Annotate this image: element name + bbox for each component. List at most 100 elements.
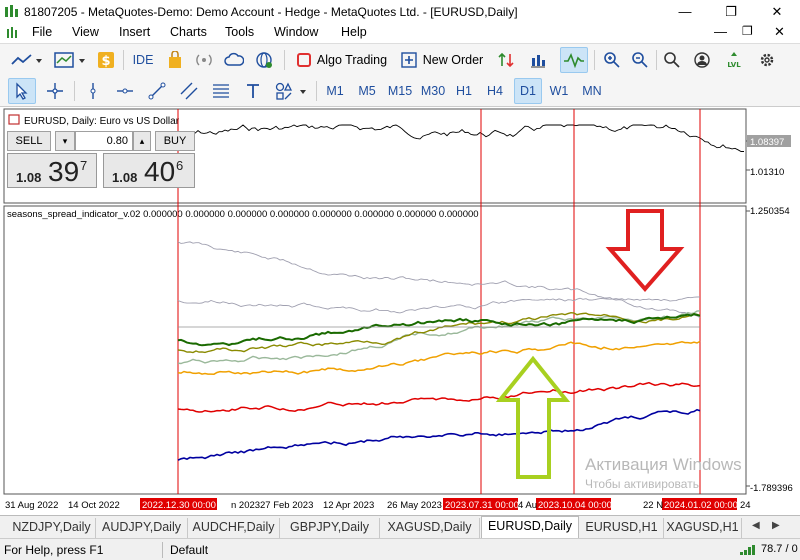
cursor-button[interactable] — [8, 78, 36, 104]
tab-xagusd-daily[interactable]: XAGUSD,Daily — [380, 518, 480, 538]
settings-button[interactable] — [752, 47, 782, 73]
search-button[interactable] — [660, 47, 684, 73]
stop-icon — [296, 53, 311, 67]
menu-restore-icon[interactable]: ❐ — [742, 24, 753, 38]
menu-window[interactable]: Window — [274, 25, 318, 39]
algo-trading-button[interactable]: Algo Trading — [293, 47, 391, 73]
x-axis-label-5: 26 May 2023 — [387, 500, 442, 511]
buy-sell-arrows-button[interactable] — [494, 47, 518, 73]
templates-button[interactable] — [50, 47, 90, 73]
new-order-icon — [401, 52, 417, 68]
series-olive — [177, 311, 701, 354]
ask-price-small: 1.08 — [112, 170, 138, 185]
vertical-line-button[interactable] — [80, 78, 106, 104]
volume-input[interactable]: 0.80 — [75, 131, 133, 151]
fibonacci-button[interactable] — [208, 78, 234, 104]
tab-eurusd-h1[interactable]: EURUSD,H1 — [580, 518, 664, 538]
indicator-series — [177, 241, 701, 461]
indicator-min-label: -1.789396 — [750, 483, 793, 494]
tab-eurusd-daily[interactable]: EURUSD,Daily — [481, 516, 579, 539]
timeframe-m15[interactable]: M15 — [385, 78, 415, 104]
vertical-line-label-3: 2024.01.02 00:00 — [664, 500, 738, 511]
menu-file[interactable]: File — [32, 25, 52, 39]
horizontal-line-button[interactable] — [112, 78, 138, 104]
current-price-label: 1.08397 — [750, 137, 784, 148]
vps-button[interactable] — [222, 47, 246, 73]
trade-history-button[interactable] — [526, 47, 550, 73]
menu-charts[interactable]: Charts — [170, 25, 207, 39]
indicator-pane-border — [3, 205, 747, 495]
fibonacci-icon — [213, 84, 229, 98]
timeframe-w1[interactable]: W1 — [546, 78, 572, 104]
signals-button[interactable] — [192, 47, 216, 73]
tab-nzdjpy-daily[interactable]: NZDJPY,Daily — [8, 518, 96, 538]
menu-close-icon[interactable]: ✕ — [774, 24, 785, 40]
text-button[interactable] — [240, 78, 266, 104]
zoom-in-button[interactable] — [600, 47, 624, 73]
chart-menu-icon[interactable] — [6, 26, 18, 40]
timeframe-m30[interactable]: M30 — [418, 78, 448, 104]
zoom-out-button[interactable] — [628, 47, 652, 73]
x-axis-label-3: 27 Feb 2023 — [260, 500, 313, 511]
activation-line2: Чтобы активировать — [585, 477, 699, 491]
timeframe-mn[interactable]: MN — [578, 78, 606, 104]
ask-price-box[interactable]: 1.08 40 6 — [103, 153, 195, 188]
arrow-up-icon — [495, 355, 571, 479]
bid-price-big: 39 — [48, 156, 80, 187]
drawing-toolbar: M1 M5 M15 M30 H1 H4 D1 W1 MN — [0, 75, 800, 107]
chart-type-button[interactable] — [6, 47, 46, 73]
timeframe-h4[interactable]: H4 — [482, 78, 508, 104]
tab-scroll-right-icon[interactable]: ▶ — [772, 520, 780, 531]
community-button[interactable] — [252, 47, 276, 73]
vertical-lines: 2022.12.30 00:00 2023.07.31 00:00 2023.10.… — [140, 109, 738, 511]
volume-down-icon[interactable]: ▾ — [55, 131, 75, 151]
tab-gbpjpy-daily[interactable]: GBPJPY,Daily — [280, 518, 380, 538]
windows-activation-watermark: Активация Windows Чтобы активировать — [585, 455, 742, 491]
x-axis-label-6: 4 Au — [518, 500, 537, 511]
x-axis-label-7: 22 N — [643, 500, 663, 511]
tab-scroll-left-icon[interactable]: ◀ — [752, 520, 760, 531]
new-order-button[interactable]: New Order — [397, 47, 487, 73]
search-icon — [664, 52, 680, 68]
level-button[interactable]: LVL — [722, 47, 746, 73]
signal-line-button[interactable] — [560, 47, 588, 73]
market-button[interactable]: $ — [94, 47, 118, 73]
sell-button[interactable]: SELL — [7, 131, 51, 151]
window-title: 81807205 - MetaQuotes-Demo: Demo Account… — [24, 5, 518, 19]
volume-up-icon[interactable]: ▴ — [133, 131, 151, 151]
menu-help[interactable]: Help — [341, 25, 367, 39]
menu-tools[interactable]: Tools — [225, 25, 254, 39]
channel-button[interactable] — [176, 78, 202, 104]
ide-button[interactable]: IDE — [128, 47, 158, 73]
minimize-icon[interactable]: — — [662, 0, 708, 23]
crosshair-button[interactable] — [42, 78, 68, 104]
tab-audjpy-daily[interactable]: AUDJPY,Daily — [96, 518, 188, 538]
chart-window[interactable]: EURUSD, Daily: Euro vs US Dollar 1.08397… — [0, 107, 800, 515]
x-axis-label-0: 31 Aug 2022 — [5, 500, 58, 511]
tab-xagusd-h1[interactable]: XAGUSD,H1 — [664, 518, 742, 538]
timeframe-h1[interactable]: H1 — [451, 78, 477, 104]
shapes-button[interactable] — [272, 78, 310, 104]
close-icon[interactable]: ✕ — [754, 0, 800, 23]
tab-audchf-daily[interactable]: AUDCHF,Daily — [188, 518, 280, 538]
bid-price-box[interactable]: 1.08 39 7 — [7, 153, 97, 188]
series-red — [177, 381, 701, 413]
new-order-label: New Order — [422, 53, 484, 67]
timeframe-m5[interactable]: M5 — [353, 78, 381, 104]
menu-view[interactable]: View — [72, 25, 99, 39]
menu-minimize-icon[interactable]: — — [714, 24, 727, 39]
bag-icon — [169, 51, 181, 68]
account-button[interactable] — [690, 47, 714, 73]
timeframe-m1[interactable]: M1 — [321, 78, 349, 104]
menu-insert[interactable]: Insert — [119, 25, 150, 39]
shop-bag-button[interactable] — [163, 47, 187, 73]
buy-button[interactable]: BUY — [155, 131, 195, 151]
status-profile: Default — [170, 543, 209, 557]
bid-price-sup: 7 — [80, 158, 88, 173]
trendline-button[interactable] — [144, 78, 170, 104]
x-axis-labels: 31 Aug 2022 14 Oct 2022 n 2023 27 Feb 2023 1… — [5, 500, 751, 511]
timeframe-d1[interactable]: D1 — [514, 78, 542, 104]
dollar-icon: $ — [98, 52, 114, 69]
restore-icon[interactable]: ❐ — [708, 0, 754, 23]
series-blue — [177, 408, 701, 461]
